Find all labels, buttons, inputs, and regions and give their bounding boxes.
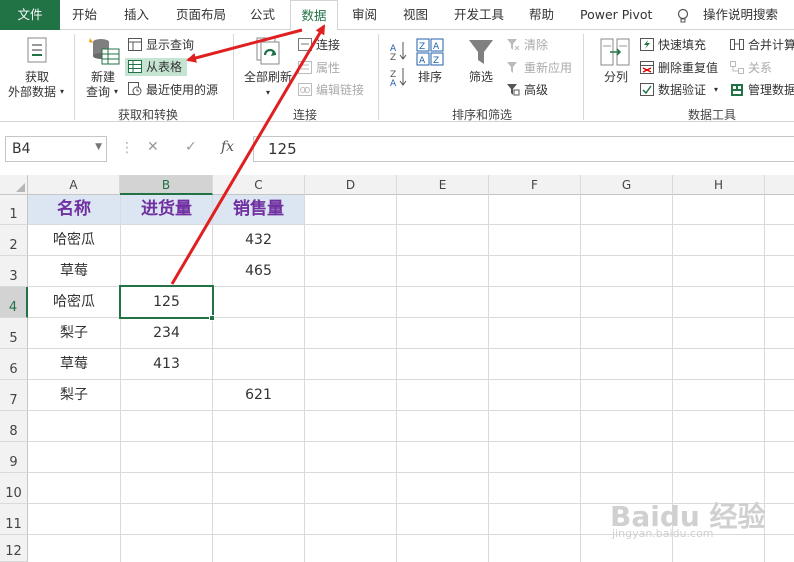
arrow-to-from-table (186, 28, 303, 63)
annotation-arrows (170, 24, 326, 285)
arrow-to-data-tab (170, 24, 326, 285)
